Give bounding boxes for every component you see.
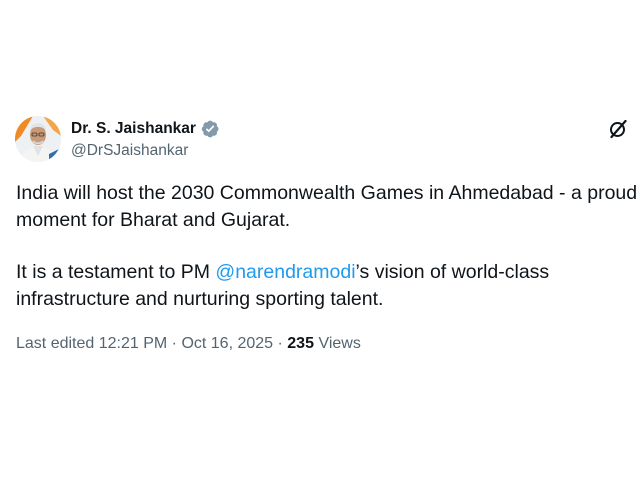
tweet-line: India will host the 2030 Commonwealth Ga… [16, 182, 638, 204]
avatar[interactable] [15, 116, 61, 162]
edited-label[interactable]: Last edited [16, 335, 94, 352]
tweet-card: Dr. S. Jaishankar @DrSJaishankar India w… [0, 0, 640, 480]
tweet-text-segment: It is a testament to PM [16, 261, 216, 283]
separator: · [167, 335, 182, 352]
mention-link[interactable]: @narendramodi [215, 261, 355, 283]
grok-icon[interactable] [607, 118, 629, 140]
verified-badge-icon [200, 119, 220, 139]
author-display-name[interactable]: Dr. S. Jaishankar [71, 120, 196, 138]
tweet-text-segment: ’s vision of world-class [355, 261, 550, 283]
views-count: 235 [287, 335, 314, 352]
timestamp-time[interactable]: 12:21 PM [99, 335, 167, 352]
tweet-paragraph-1: India will host the 2030 Commonwealth Ga… [16, 180, 640, 233]
avatar-image [15, 116, 61, 162]
author-name-row: Dr. S. Jaishankar [71, 119, 220, 139]
tweet-line: infrastructure and nurturing sporting ta… [16, 287, 384, 310]
separator: · [273, 335, 288, 352]
timestamp-date[interactable]: Oct 16, 2025 [181, 335, 273, 352]
tweet-paragraph-2: It is a testament to PM @narendramodi’s … [16, 259, 640, 312]
tweet-metadata: Last edited 12:21 PM · Oct 16, 2025 · 23… [16, 335, 361, 353]
tweet-line: moment for Bharat and Gujarat. [16, 208, 291, 231]
views-label: Views [318, 335, 361, 352]
tweet-text: India will host the 2030 Commonwealth Ga… [16, 180, 640, 312]
author-handle[interactable]: @DrSJaishankar [71, 142, 188, 160]
